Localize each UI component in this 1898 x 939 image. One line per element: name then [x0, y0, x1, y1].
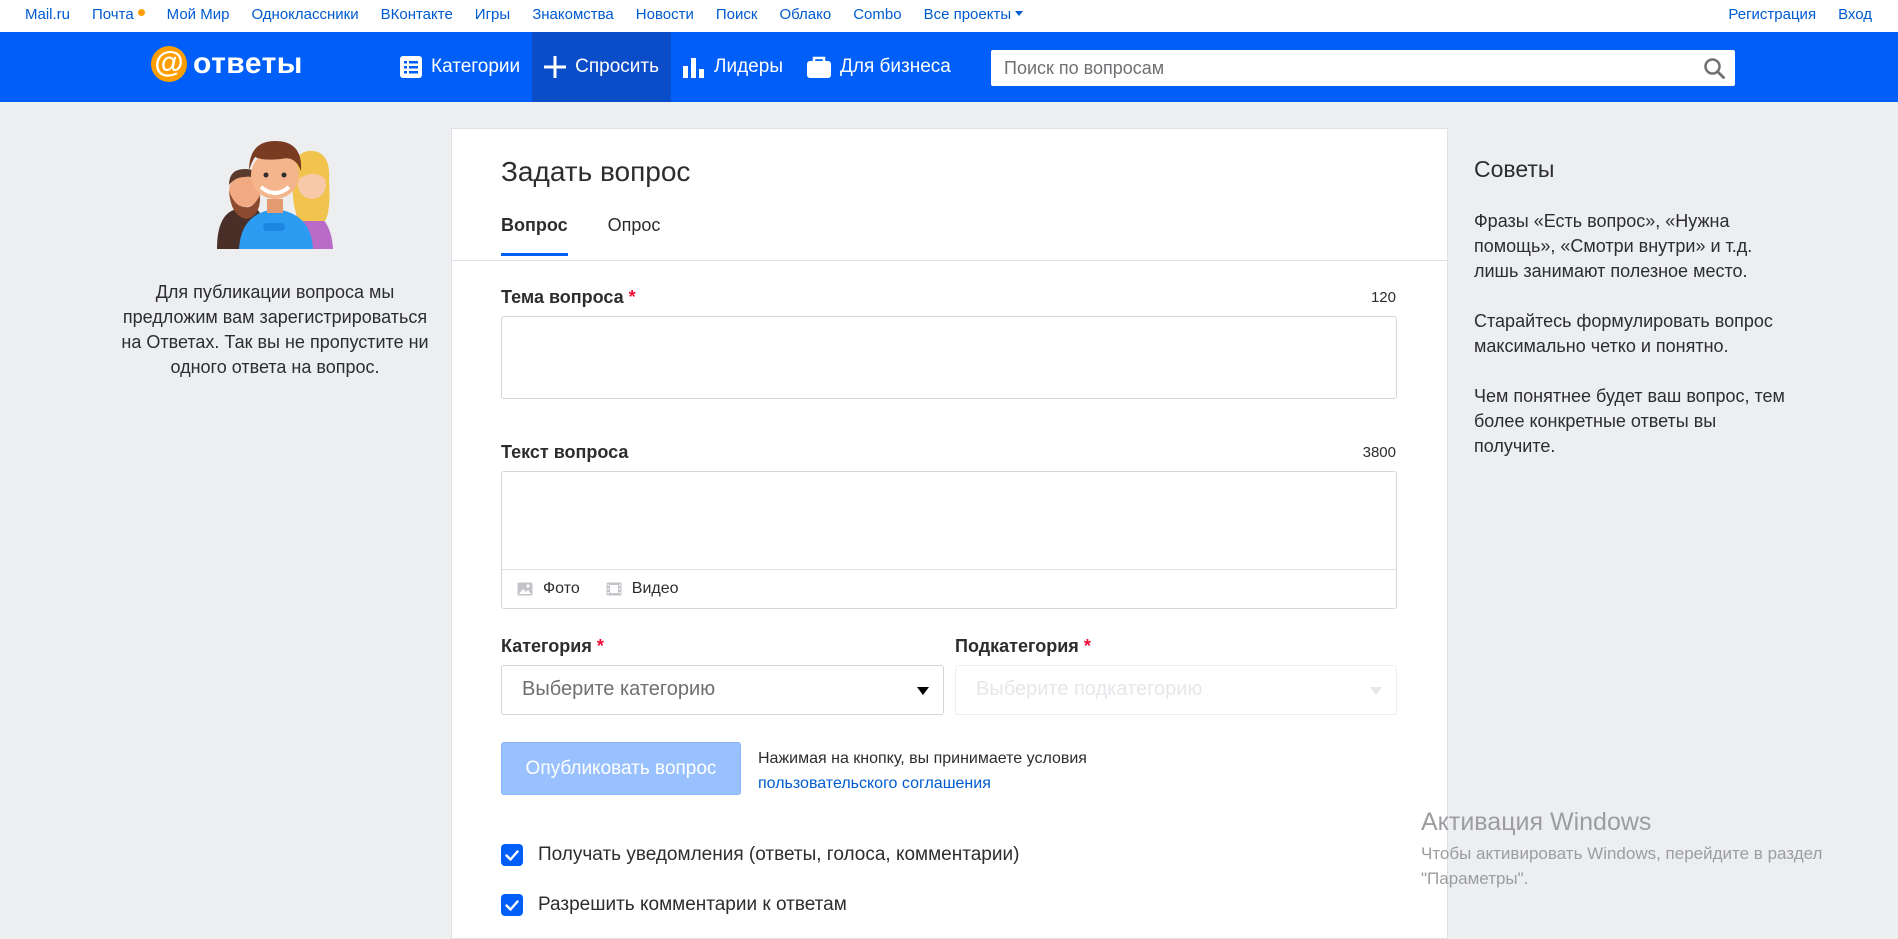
question-type-tabs: Вопрос Опрос	[501, 215, 700, 256]
watermark-line-2: "Параметры".	[1421, 869, 1529, 888]
terms-text: Нажимая на кнопку, вы принимаете условия	[758, 750, 1087, 767]
briefcase-icon	[806, 56, 831, 78]
portal-link-mailru[interactable]: Mail.ru	[25, 6, 70, 23]
checkmark-icon	[505, 899, 519, 911]
nav-categories[interactable]: Категории	[388, 32, 532, 102]
attach-video-label: Видео	[631, 580, 679, 597]
otvety-logo[interactable]: @ ответы	[151, 46, 303, 82]
portal-link-news[interactable]: Новости	[636, 6, 694, 23]
portal-link-mail-label: Почта	[92, 6, 134, 23]
required-mark: *	[1083, 636, 1091, 656]
portal-auth: Регистрация Вход	[1706, 6, 1872, 23]
required-mark: *	[596, 636, 604, 656]
subject-label: Тема вопроса *	[501, 287, 636, 308]
terms-notice: Нажимая на кнопку, вы принимаете условия…	[758, 746, 1087, 796]
text-area-wrapper: Фото Видео	[501, 471, 1397, 609]
login-link[interactable]: Вход	[1838, 6, 1872, 23]
portal-link-mail[interactable]: Почта	[92, 6, 145, 23]
tips-panel: Советы Фразы «Есть вопрос», «Нужна помощ…	[1474, 156, 1794, 484]
category-label: Категория *	[501, 636, 604, 657]
tip-item: Чем понятнее будет ваш вопрос, тем более…	[1474, 386, 1785, 456]
portal-link-combo[interactable]: Combo	[853, 6, 901, 23]
nav-leaders[interactable]: Лидеры	[671, 32, 795, 102]
tip-item: Фразы «Есть вопрос», «Нужна помощь», «См…	[1474, 211, 1753, 281]
register-link[interactable]: Регистрация	[1728, 6, 1816, 23]
subcategory-select-placeholder: Выберите подкатегорию	[976, 678, 1203, 700]
ask-question-card: Задать вопрос Вопрос Опрос Тема вопроса …	[451, 128, 1448, 939]
registration-hint: Для публикации вопроса мы предложим вам …	[121, 282, 429, 377]
portal-bar: Mail.ru Почта Мой Мир Одноклассники ВКон…	[0, 0, 1898, 32]
question-text-input[interactable]	[502, 472, 1396, 571]
text-label: Текст вопроса	[501, 442, 629, 462]
attachment-bar: Фото Видео	[502, 569, 1396, 608]
tab-poll[interactable]: Опрос	[608, 215, 661, 256]
nav-categories-label: Категории	[431, 56, 521, 77]
attach-video-button[interactable]: Видео	[606, 580, 679, 598]
tab-question[interactable]: Вопрос	[501, 215, 568, 256]
category-select-placeholder: Выберите категорию	[522, 678, 716, 700]
subject-input[interactable]	[501, 316, 1397, 399]
left-column: Для публикации вопроса мы предложим вам …	[120, 125, 430, 380]
subcategory-select[interactable]: Выберите подкатегорию	[955, 665, 1397, 715]
windows-activation-watermark: Активация Windows Чтобы активировать Win…	[1421, 808, 1822, 891]
tip-item: Старайтесь формулировать вопрос максимал…	[1474, 311, 1773, 356]
user-agreement-link[interactable]: пользовательского соглашения	[758, 775, 991, 792]
bar-chart-icon	[683, 58, 705, 78]
comments-label: Разрешить комментарии к ответам	[538, 894, 847, 915]
nav-business-label: Для бизнеса	[839, 56, 951, 77]
chevron-down-icon	[917, 687, 929, 695]
portal-link-search[interactable]: Поиск	[716, 6, 758, 23]
subcategory-label: Подкатегория *	[955, 636, 1091, 657]
search-icon[interactable]	[1704, 58, 1725, 79]
portal-link-dating[interactable]: Знакомства	[532, 6, 614, 23]
portal-link-my-world[interactable]: Мой Мир	[167, 6, 230, 23]
all-projects-label: Все проекты	[923, 6, 1012, 23]
main-nav: Категории Спросить Лидеры Для бизнеса	[388, 32, 963, 102]
text-char-counter: 3800	[1362, 444, 1396, 461]
main-header: @ ответы Категории Спросить Лидеры Для б…	[0, 32, 1898, 102]
nav-ask[interactable]: Спросить	[532, 32, 672, 102]
image-icon	[517, 582, 533, 596]
chevron-down-icon	[1015, 11, 1024, 16]
subcategory-label-text: Подкатегория	[955, 636, 1079, 656]
nav-leaders-label: Лидеры	[714, 56, 783, 77]
search-input[interactable]	[991, 50, 1707, 86]
search-box	[991, 50, 1735, 86]
page-title: Задать вопрос	[501, 156, 691, 187]
publish-question-button[interactable]: Опубликовать вопрос	[501, 742, 741, 795]
category-select[interactable]: Выберите категорию	[501, 665, 944, 715]
attach-photo-label: Фото	[543, 580, 580, 597]
nav-ask-label: Спросить	[575, 56, 660, 77]
subject-char-counter: 120	[1370, 289, 1396, 306]
required-mark: *	[628, 287, 636, 307]
notifications-checkbox[interactable]	[501, 844, 523, 866]
unread-dot-icon	[137, 9, 145, 16]
logo-at-icon: @	[151, 46, 187, 82]
list-icon	[400, 56, 422, 78]
notifications-option[interactable]: Получать уведомления (ответы, голоса, ко…	[501, 844, 1019, 866]
subject-label-text: Тема вопроса	[501, 287, 624, 307]
portal-link-vkontakte[interactable]: ВКонтакте	[381, 6, 453, 23]
portal-link-odnoklassniki[interactable]: Одноклассники	[251, 6, 358, 23]
tips-title: Советы	[1474, 156, 1555, 182]
nav-business[interactable]: Для бизнеса	[795, 32, 963, 102]
logo-text: ответы	[193, 47, 303, 80]
checkmark-icon	[505, 849, 519, 861]
attach-photo-button[interactable]: Фото	[517, 580, 580, 598]
portal-link-cloud[interactable]: Облако	[779, 6, 831, 23]
category-label-text: Категория	[501, 636, 592, 656]
chevron-down-icon	[1370, 687, 1382, 695]
notifications-label: Получать уведомления (ответы, голоса, ко…	[538, 844, 1020, 865]
comments-checkbox[interactable]	[501, 894, 523, 916]
watermark-line-1: Чтобы активировать Windows, перейдите в …	[1421, 844, 1823, 863]
portal-link-games[interactable]: Игры	[475, 6, 510, 23]
plus-icon	[544, 56, 567, 78]
comments-option[interactable]: Разрешить комментарии к ответам	[501, 894, 847, 916]
tabs-divider	[452, 260, 1447, 261]
portal-link-all-projects[interactable]: Все проекты	[924, 6, 1024, 23]
watermark-title: Активация Windows	[1421, 808, 1652, 836]
people-illustration	[217, 141, 333, 249]
portal-links: Mail.ru Почта Мой Мир Одноклассники ВКон…	[25, 6, 1045, 23]
film-icon	[606, 582, 622, 596]
